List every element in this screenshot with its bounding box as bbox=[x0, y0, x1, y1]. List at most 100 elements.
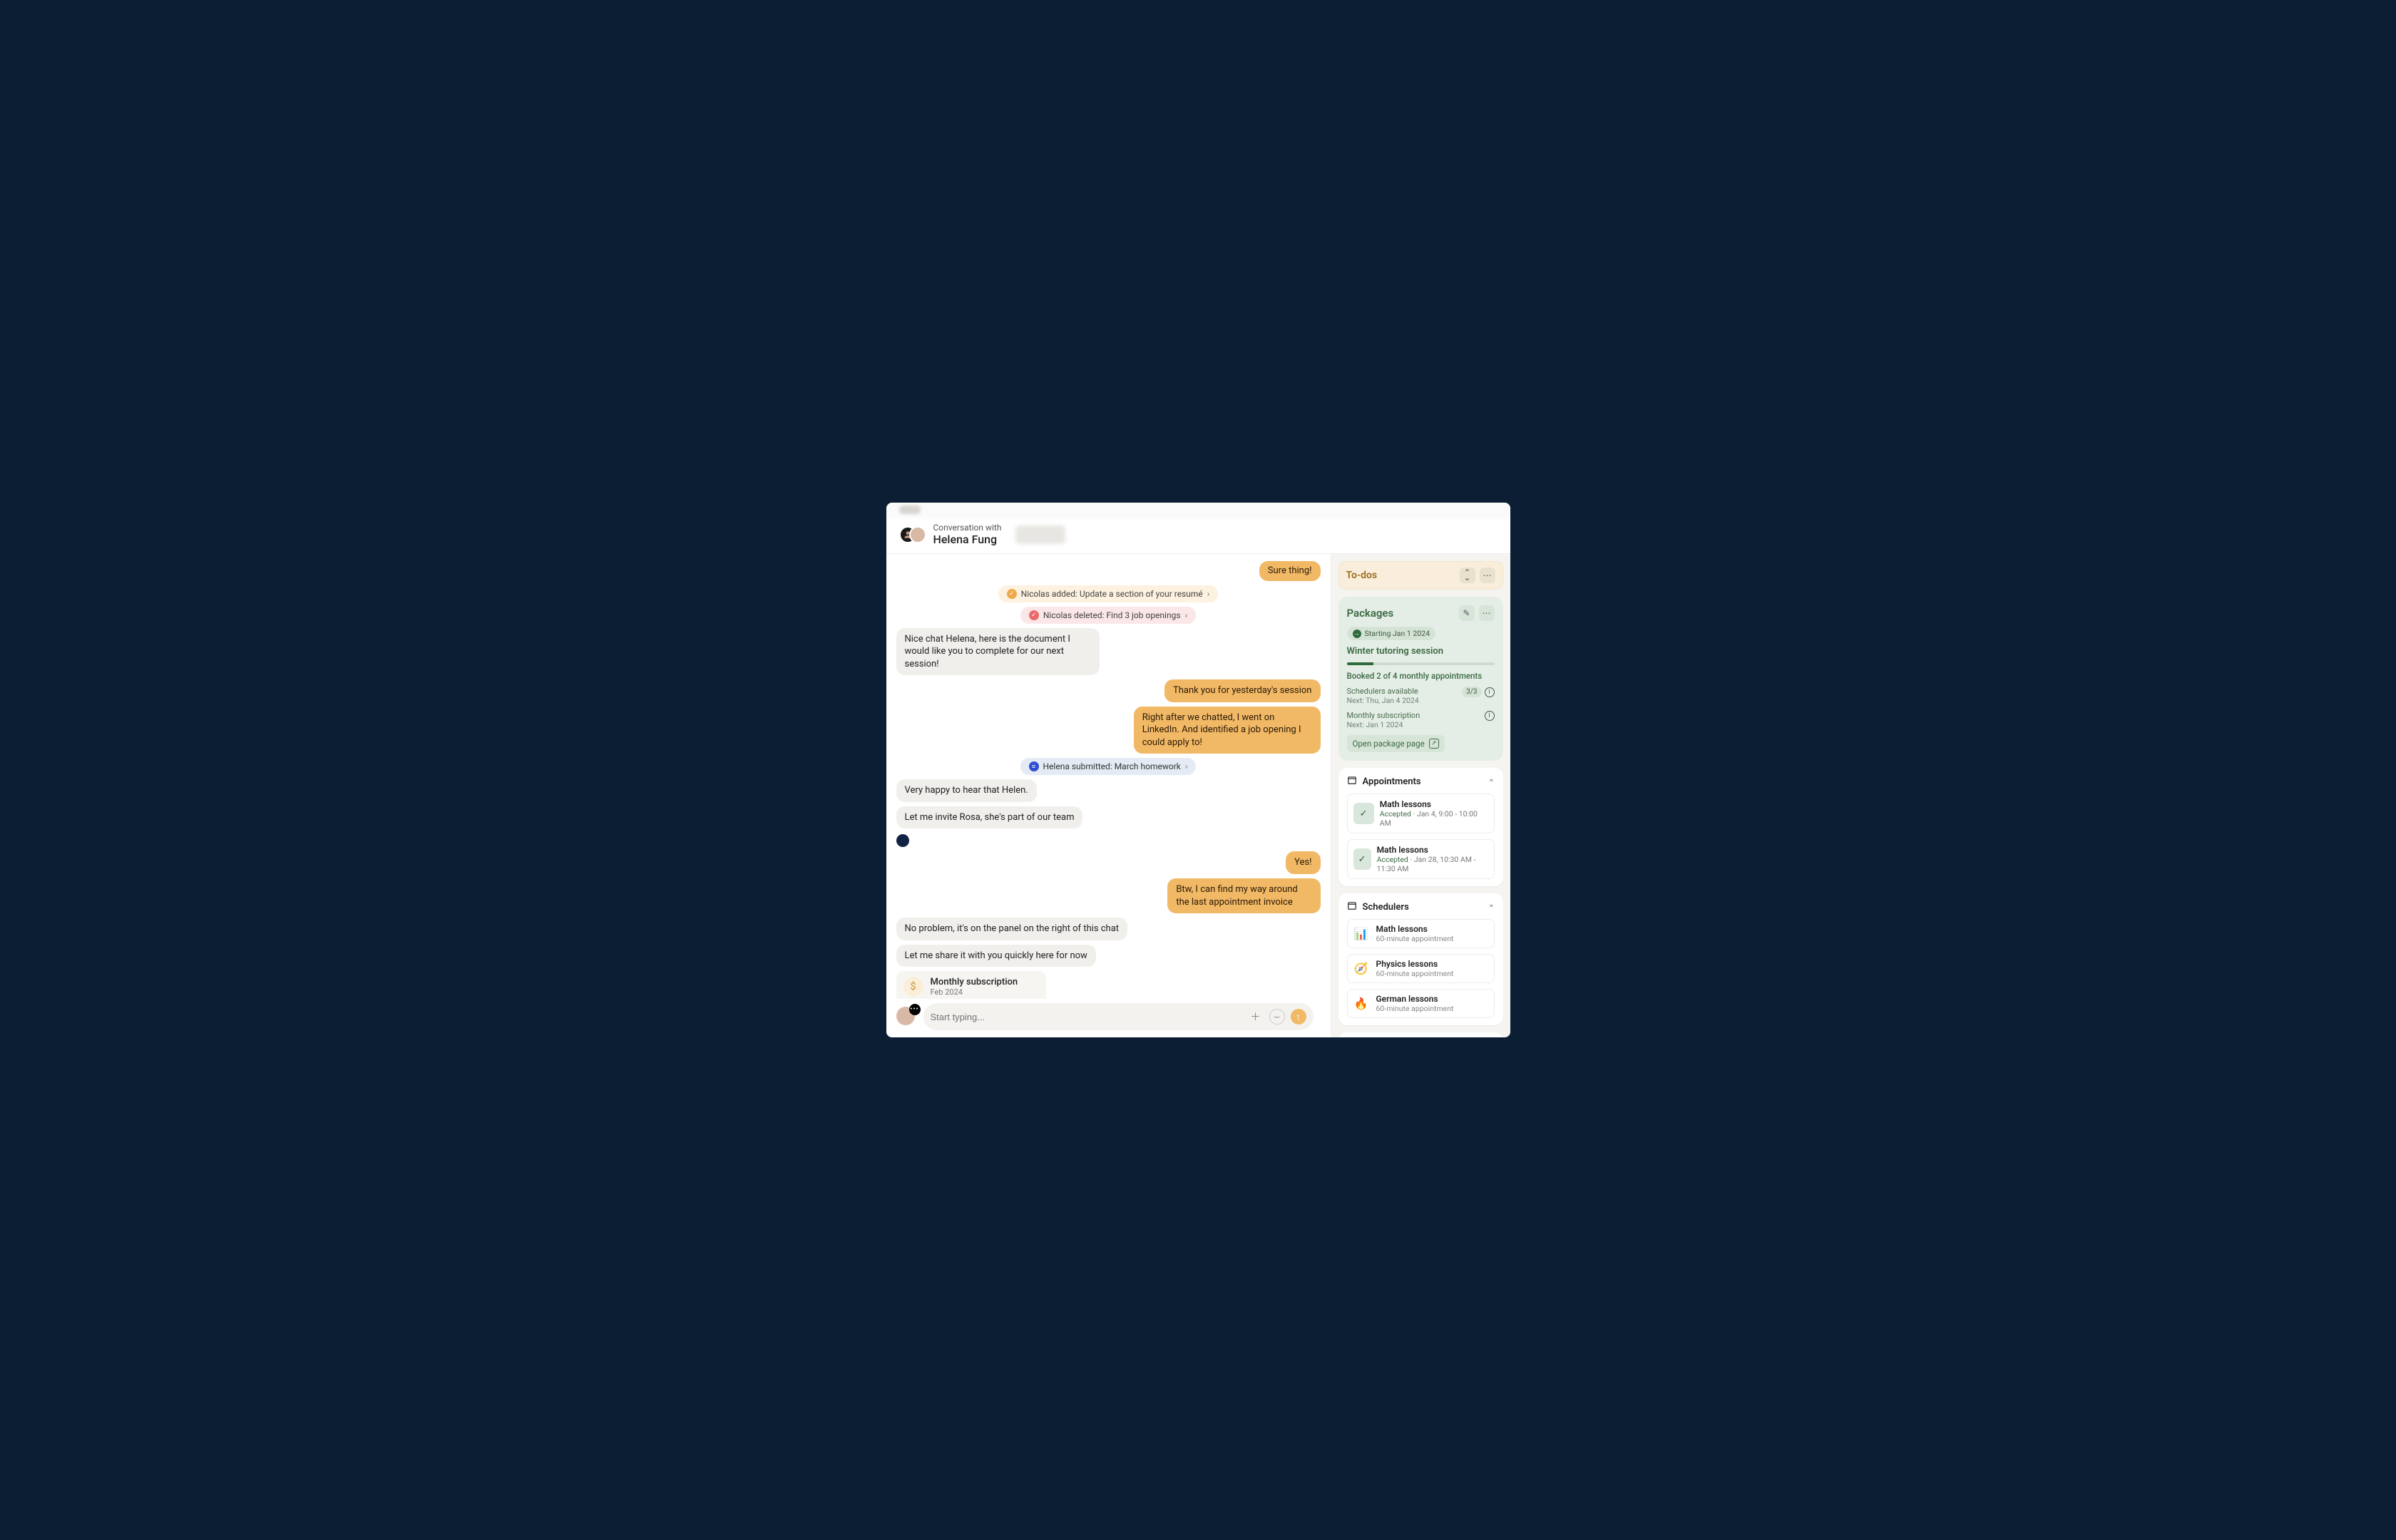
message-outgoing: Btw, I can find my way around the last a… bbox=[1167, 878, 1320, 913]
scheduler-item[interactable]: 🧭 Physics lessons 60-minute appointment bbox=[1347, 954, 1495, 983]
chevron-right-icon: › bbox=[1207, 589, 1210, 599]
appointment-title: Math lessons bbox=[1377, 845, 1488, 855]
schedulers-available-label: Schedulers available bbox=[1347, 687, 1419, 696]
scheduler-icon: 📊 bbox=[1353, 927, 1369, 940]
start-date-badge: → Starting Jan 1 2024 bbox=[1347, 627, 1436, 640]
check-icon: ✓ bbox=[1353, 848, 1371, 870]
chat-thread[interactable]: Sure thing! ✓ Nicolas added: Update a se… bbox=[886, 554, 1331, 1037]
chevron-right-icon: › bbox=[1185, 761, 1188, 771]
monthly-sub-next: Next: Jan 1 2024 bbox=[1347, 720, 1420, 729]
collapse-toggle[interactable]: ⌄⌃ bbox=[1488, 777, 1494, 786]
expand-collapse-button[interactable]: ⌃⌄ bbox=[1460, 568, 1475, 583]
open-package-button[interactable]: Open package page ↗ bbox=[1347, 735, 1445, 752]
system-chip-text: Nicolas added: Update a section of your … bbox=[1021, 589, 1203, 599]
appointments-title: Appointments bbox=[1363, 776, 1421, 787]
arrow-up-icon: ↑ bbox=[1296, 1011, 1301, 1023]
forms-panel[interactable]: Forms ⌃⌄ bbox=[1338, 1032, 1503, 1037]
conversation-header: Conversation with Helena Fung bbox=[886, 518, 1510, 554]
system-chip-text: Nicolas deleted: Find 3 job openings bbox=[1043, 610, 1181, 620]
system-chip-text: Helena submitted: March homework bbox=[1043, 761, 1181, 771]
check-icon: ✓ bbox=[1029, 610, 1039, 620]
plus-icon: ＋ bbox=[1251, 1010, 1261, 1024]
composer-avatar: ••• bbox=[896, 1007, 916, 1027]
appointment-title: Math lessons bbox=[1380, 799, 1488, 809]
edit-button[interactable]: ✎ bbox=[1459, 605, 1475, 621]
avatar-other bbox=[909, 526, 926, 543]
appointment-item[interactable]: ✓ Math lessons Accepted · Jan 4, 9:00 - … bbox=[1347, 794, 1495, 833]
appointment-status: Accepted bbox=[1377, 855, 1408, 864]
packages-title: Packages bbox=[1347, 607, 1394, 620]
blurred-right-area bbox=[1015, 525, 1065, 544]
message-outgoing: Right after we chatted, I went on Linked… bbox=[1134, 707, 1321, 754]
calendar-icon bbox=[1347, 775, 1357, 788]
chevron-up-down-icon: ⌃⌄ bbox=[1463, 570, 1470, 580]
more-button[interactable]: ⋯ bbox=[1479, 605, 1495, 621]
system-chip-submitted[interactable]: ≡ Helena submitted: March homework › bbox=[1020, 758, 1197, 775]
message-outgoing: Thank you for yesterday's session bbox=[1164, 679, 1321, 702]
system-chip-deleted[interactable]: ✓ Nicolas deleted: Find 3 job openings › bbox=[1020, 607, 1196, 624]
dollar-icon: $ bbox=[903, 977, 923, 997]
smile-icon: ⌣ bbox=[1274, 1011, 1280, 1022]
monthly-sub-label: Monthly subscription bbox=[1347, 711, 1420, 720]
check-icon: ✓ bbox=[1353, 803, 1374, 824]
scheduler-title: German lessons bbox=[1376, 994, 1454, 1004]
emoji-button[interactable]: ⌣ bbox=[1269, 1009, 1285, 1025]
scheduler-count: 3/3 bbox=[1462, 687, 1481, 697]
appointment-item[interactable]: ✓ Math lessons Accepted · Jan 28, 10:30 … bbox=[1347, 839, 1495, 879]
package-session-title: Winter tutoring session bbox=[1347, 646, 1495, 657]
avatar-pair bbox=[899, 526, 926, 543]
scheduler-title: Math lessons bbox=[1376, 924, 1454, 934]
arrow-right-icon: → bbox=[1353, 630, 1361, 638]
collapse-toggle[interactable]: ⌄⌃ bbox=[1488, 903, 1494, 911]
body: Sure thing! ✓ Nicolas added: Update a se… bbox=[886, 554, 1510, 1037]
scheduler-title: Physics lessons bbox=[1376, 959, 1454, 969]
card-subtitle: Feb 2024 bbox=[931, 987, 1018, 997]
message-input[interactable] bbox=[931, 1012, 1242, 1022]
check-icon: ✓ bbox=[1007, 589, 1017, 599]
todos-panel[interactable]: To-dos ⌃⌄ ⋯ bbox=[1338, 561, 1503, 590]
sidebar: To-dos ⌃⌄ ⋯ Packages ✎ ⋯ → St bbox=[1331, 554, 1510, 1037]
scheduler-sub: 60-minute appointment bbox=[1376, 969, 1454, 978]
participant-joined-avatar bbox=[896, 834, 909, 847]
scheduler-item[interactable]: 📊 Math lessons 60-minute appointment bbox=[1347, 919, 1495, 948]
card-title: Monthly subscription bbox=[931, 977, 1018, 987]
packages-panel: Packages ✎ ⋯ → Starting Jan 1 2024 Winte… bbox=[1338, 597, 1503, 761]
message-incoming: Let me share it with you quickly here fo… bbox=[896, 945, 1096, 967]
composer-input-wrap: ＋ ⌣ ↑ bbox=[923, 1003, 1314, 1030]
scheduler-sub: 60-minute appointment bbox=[1376, 1004, 1454, 1013]
external-link-icon: ↗ bbox=[1429, 739, 1439, 749]
progress-bar bbox=[1347, 662, 1495, 665]
schedulers-title: Schedulers bbox=[1363, 902, 1409, 913]
message-incoming: No problem, it's on the panel on the rig… bbox=[896, 918, 1128, 940]
message-incoming: Nice chat Helena, here is the document I… bbox=[896, 628, 1100, 676]
scheduler-icon: 🔥 bbox=[1353, 997, 1369, 1010]
send-button[interactable]: ↑ bbox=[1291, 1009, 1306, 1025]
attach-button[interactable]: ＋ bbox=[1248, 1009, 1264, 1025]
system-chip-added[interactable]: ✓ Nicolas added: Update a section of you… bbox=[998, 585, 1219, 602]
scheduler-icon: 🧭 bbox=[1353, 962, 1369, 975]
info-icon[interactable]: i bbox=[1485, 711, 1495, 721]
message-outgoing: Sure thing! bbox=[1259, 561, 1321, 581]
message-incoming: Let me invite Rosa, she's part of our te… bbox=[896, 806, 1083, 829]
app-window: Conversation with Helena Fung Sure thing… bbox=[886, 503, 1510, 1037]
info-icon[interactable]: i bbox=[1485, 687, 1495, 697]
header-name: Helena Fung bbox=[933, 533, 1002, 546]
todos-title: To-dos bbox=[1346, 570, 1378, 581]
ellipsis-icon: ⋯ bbox=[1483, 608, 1491, 618]
appointments-panel: Appointments ⌄⌃ ✓ Math lessons Accepted … bbox=[1338, 768, 1503, 886]
pencil-icon: ✎ bbox=[1463, 608, 1470, 618]
scheduler-item[interactable]: 🔥 German lessons 60-minute appointment bbox=[1347, 989, 1495, 1018]
typing-indicator-icon: ••• bbox=[909, 1004, 921, 1015]
schedulers-next: Next: Thu, Jan 4 2024 bbox=[1347, 696, 1419, 705]
chevron-right-icon: › bbox=[1185, 610, 1188, 620]
message-composer: ••• ＋ ⌣ ↑ bbox=[886, 999, 1324, 1037]
booked-count: Booked 2 of 4 monthly appointments bbox=[1347, 671, 1495, 681]
more-button[interactable]: ⋯ bbox=[1480, 568, 1495, 583]
ellipsis-icon: ⋯ bbox=[1483, 570, 1492, 580]
appointment-status: Accepted bbox=[1380, 809, 1411, 818]
schedulers-panel: Schedulers ⌄⌃ 📊 Math lessons 60-minute a… bbox=[1338, 893, 1503, 1025]
scheduler-sub: 60-minute appointment bbox=[1376, 934, 1454, 943]
message-incoming: Very happy to hear that Helen. bbox=[896, 779, 1037, 802]
blurred-tab-area bbox=[886, 503, 1510, 518]
header-supertitle: Conversation with bbox=[933, 523, 1002, 533]
